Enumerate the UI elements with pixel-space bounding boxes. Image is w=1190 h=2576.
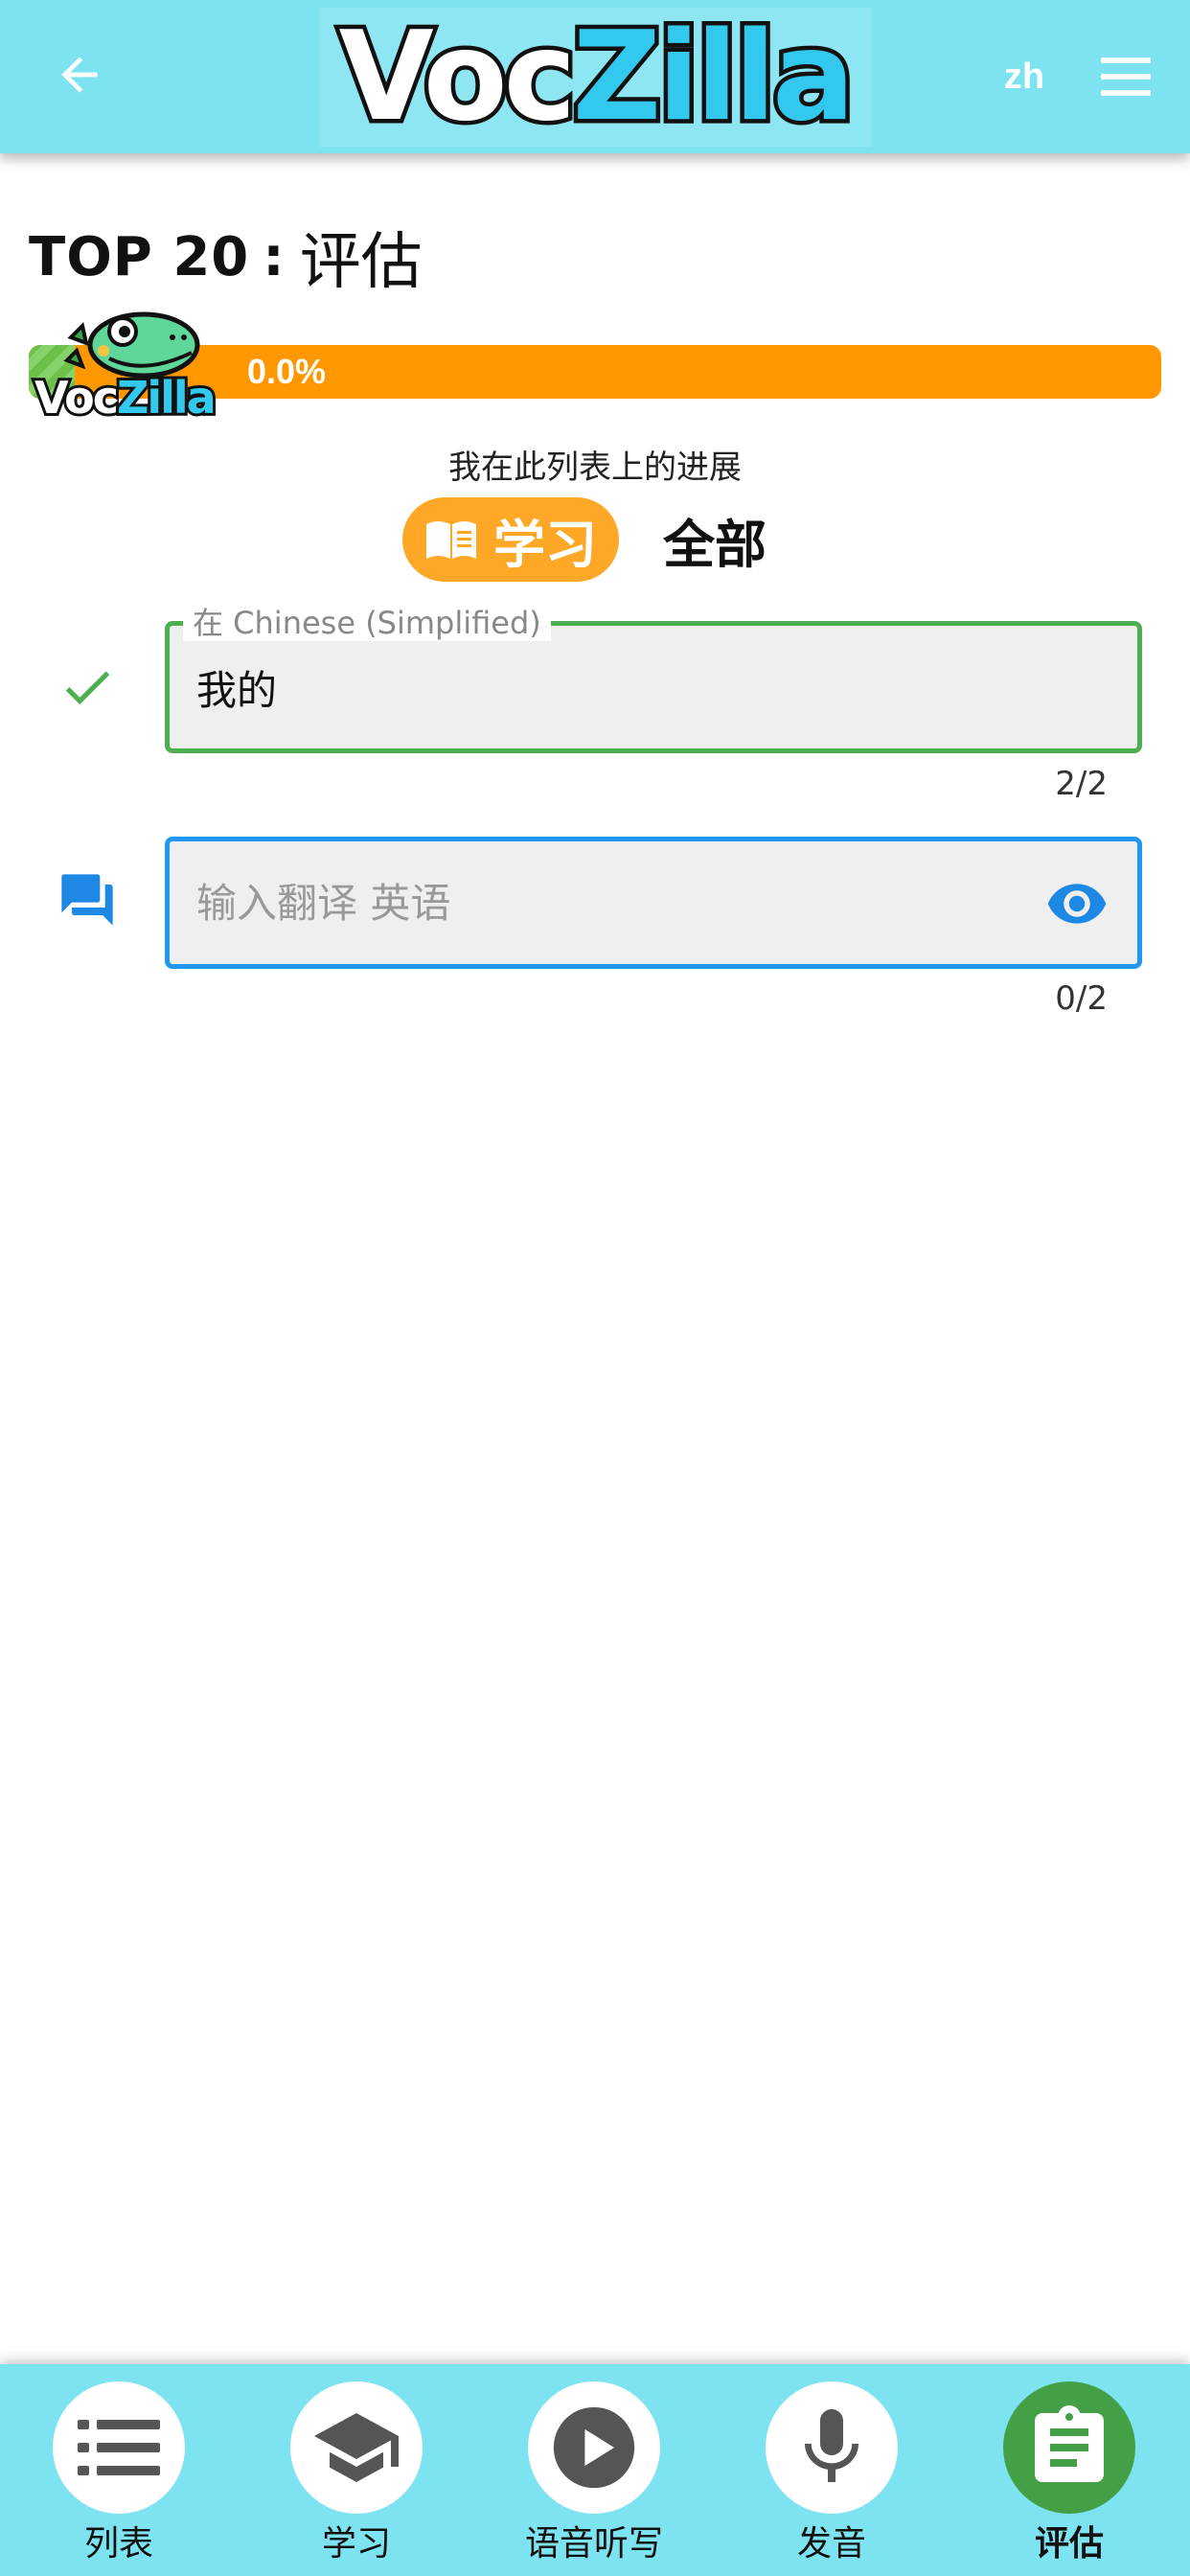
- page-title: TOP 20 : 评估: [29, 218, 423, 299]
- logo-text-part2: Zilla: [568, 5, 859, 149]
- chat-icon-wrap: [54, 866, 121, 933]
- app-logo: Voc Zilla: [319, 8, 871, 147]
- mascot-logo: VocZilla: [29, 309, 245, 435]
- source-word-field: 在 Chinese (Simplified) 我的: [165, 605, 1142, 753]
- nav-item-list[interactable]: 列表: [0, 2364, 238, 2576]
- eye-icon: [1047, 884, 1107, 924]
- checkmark-icon-wrap: [54, 654, 121, 721]
- nav-icon-circle: [766, 2381, 898, 2514]
- progress-percent: 0.0%: [247, 352, 327, 391]
- play-icon: [553, 2406, 635, 2489]
- nav-icon-circle: [1003, 2381, 1135, 2514]
- checkmark-icon: [65, 671, 110, 705]
- all-mode-button[interactable]: 全部: [663, 502, 767, 578]
- nav-label-dictation: 语音听写: [524, 2524, 663, 2564]
- microphone-icon: [805, 2409, 858, 2482]
- assignment-icon: [1035, 2405, 1104, 2482]
- title-separator: :: [263, 225, 285, 288]
- learn-mode-button[interactable]: 学习: [402, 497, 619, 582]
- hamburger-menu-icon: [1101, 58, 1151, 96]
- bottom-navigation: 列表 学习 语音听写 发音 评估: [0, 2364, 1190, 2576]
- back-button[interactable]: [43, 38, 116, 111]
- nav-item-learn[interactable]: 学习: [238, 2364, 475, 2576]
- nav-icon-circle: [53, 2381, 185, 2514]
- translation-counter: 0/2: [1055, 979, 1108, 1018]
- page-mode-title: 评估: [299, 227, 423, 298]
- nav-label-pronunciation: 发音: [796, 2524, 866, 2564]
- progress-caption: 我在此列表上的进展: [448, 448, 742, 487]
- app-header: Voc Zilla zh: [0, 0, 1190, 153]
- mascot-text-part2: Zilla: [114, 372, 219, 424]
- mode-toggle: 学习 全部: [402, 496, 767, 583]
- mascot-text-part1: Voc: [32, 372, 122, 424]
- nav-item-dictation[interactable]: 语音听写: [475, 2364, 713, 2576]
- nav-label-assessment: 评估: [1034, 2524, 1104, 2564]
- nav-item-pronunciation[interactable]: 发音: [713, 2364, 950, 2576]
- chat-bubbles-icon: [61, 874, 113, 926]
- list-icon: [78, 2420, 160, 2475]
- book-icon: [426, 521, 476, 559]
- nav-item-assessment[interactable]: 评估: [950, 2364, 1188, 2576]
- translation-field: [165, 837, 1142, 969]
- graduation-cap-icon: [314, 2413, 399, 2482]
- language-button[interactable]: zh: [996, 50, 1052, 104]
- source-word: 我的: [196, 666, 278, 714]
- list-name: TOP 20: [29, 225, 250, 288]
- translation-input[interactable]: [196, 841, 1020, 964]
- reveal-answer-button[interactable]: [1043, 870, 1110, 937]
- nav-label-list: 列表: [83, 2524, 153, 2564]
- source-word-counter: 2/2: [1055, 765, 1108, 803]
- logo-text-part1: Voc: [334, 5, 581, 149]
- mascot-logo-text: VocZilla: [32, 373, 219, 423]
- learn-mode-label: 学习: [493, 514, 597, 575]
- nav-icon-circle: [528, 2381, 660, 2514]
- nav-label-learn: 学习: [321, 2524, 391, 2564]
- arrow-left-icon: [61, 57, 98, 93]
- nav-icon-circle: [290, 2381, 423, 2514]
- menu-button[interactable]: [1092, 50, 1159, 104]
